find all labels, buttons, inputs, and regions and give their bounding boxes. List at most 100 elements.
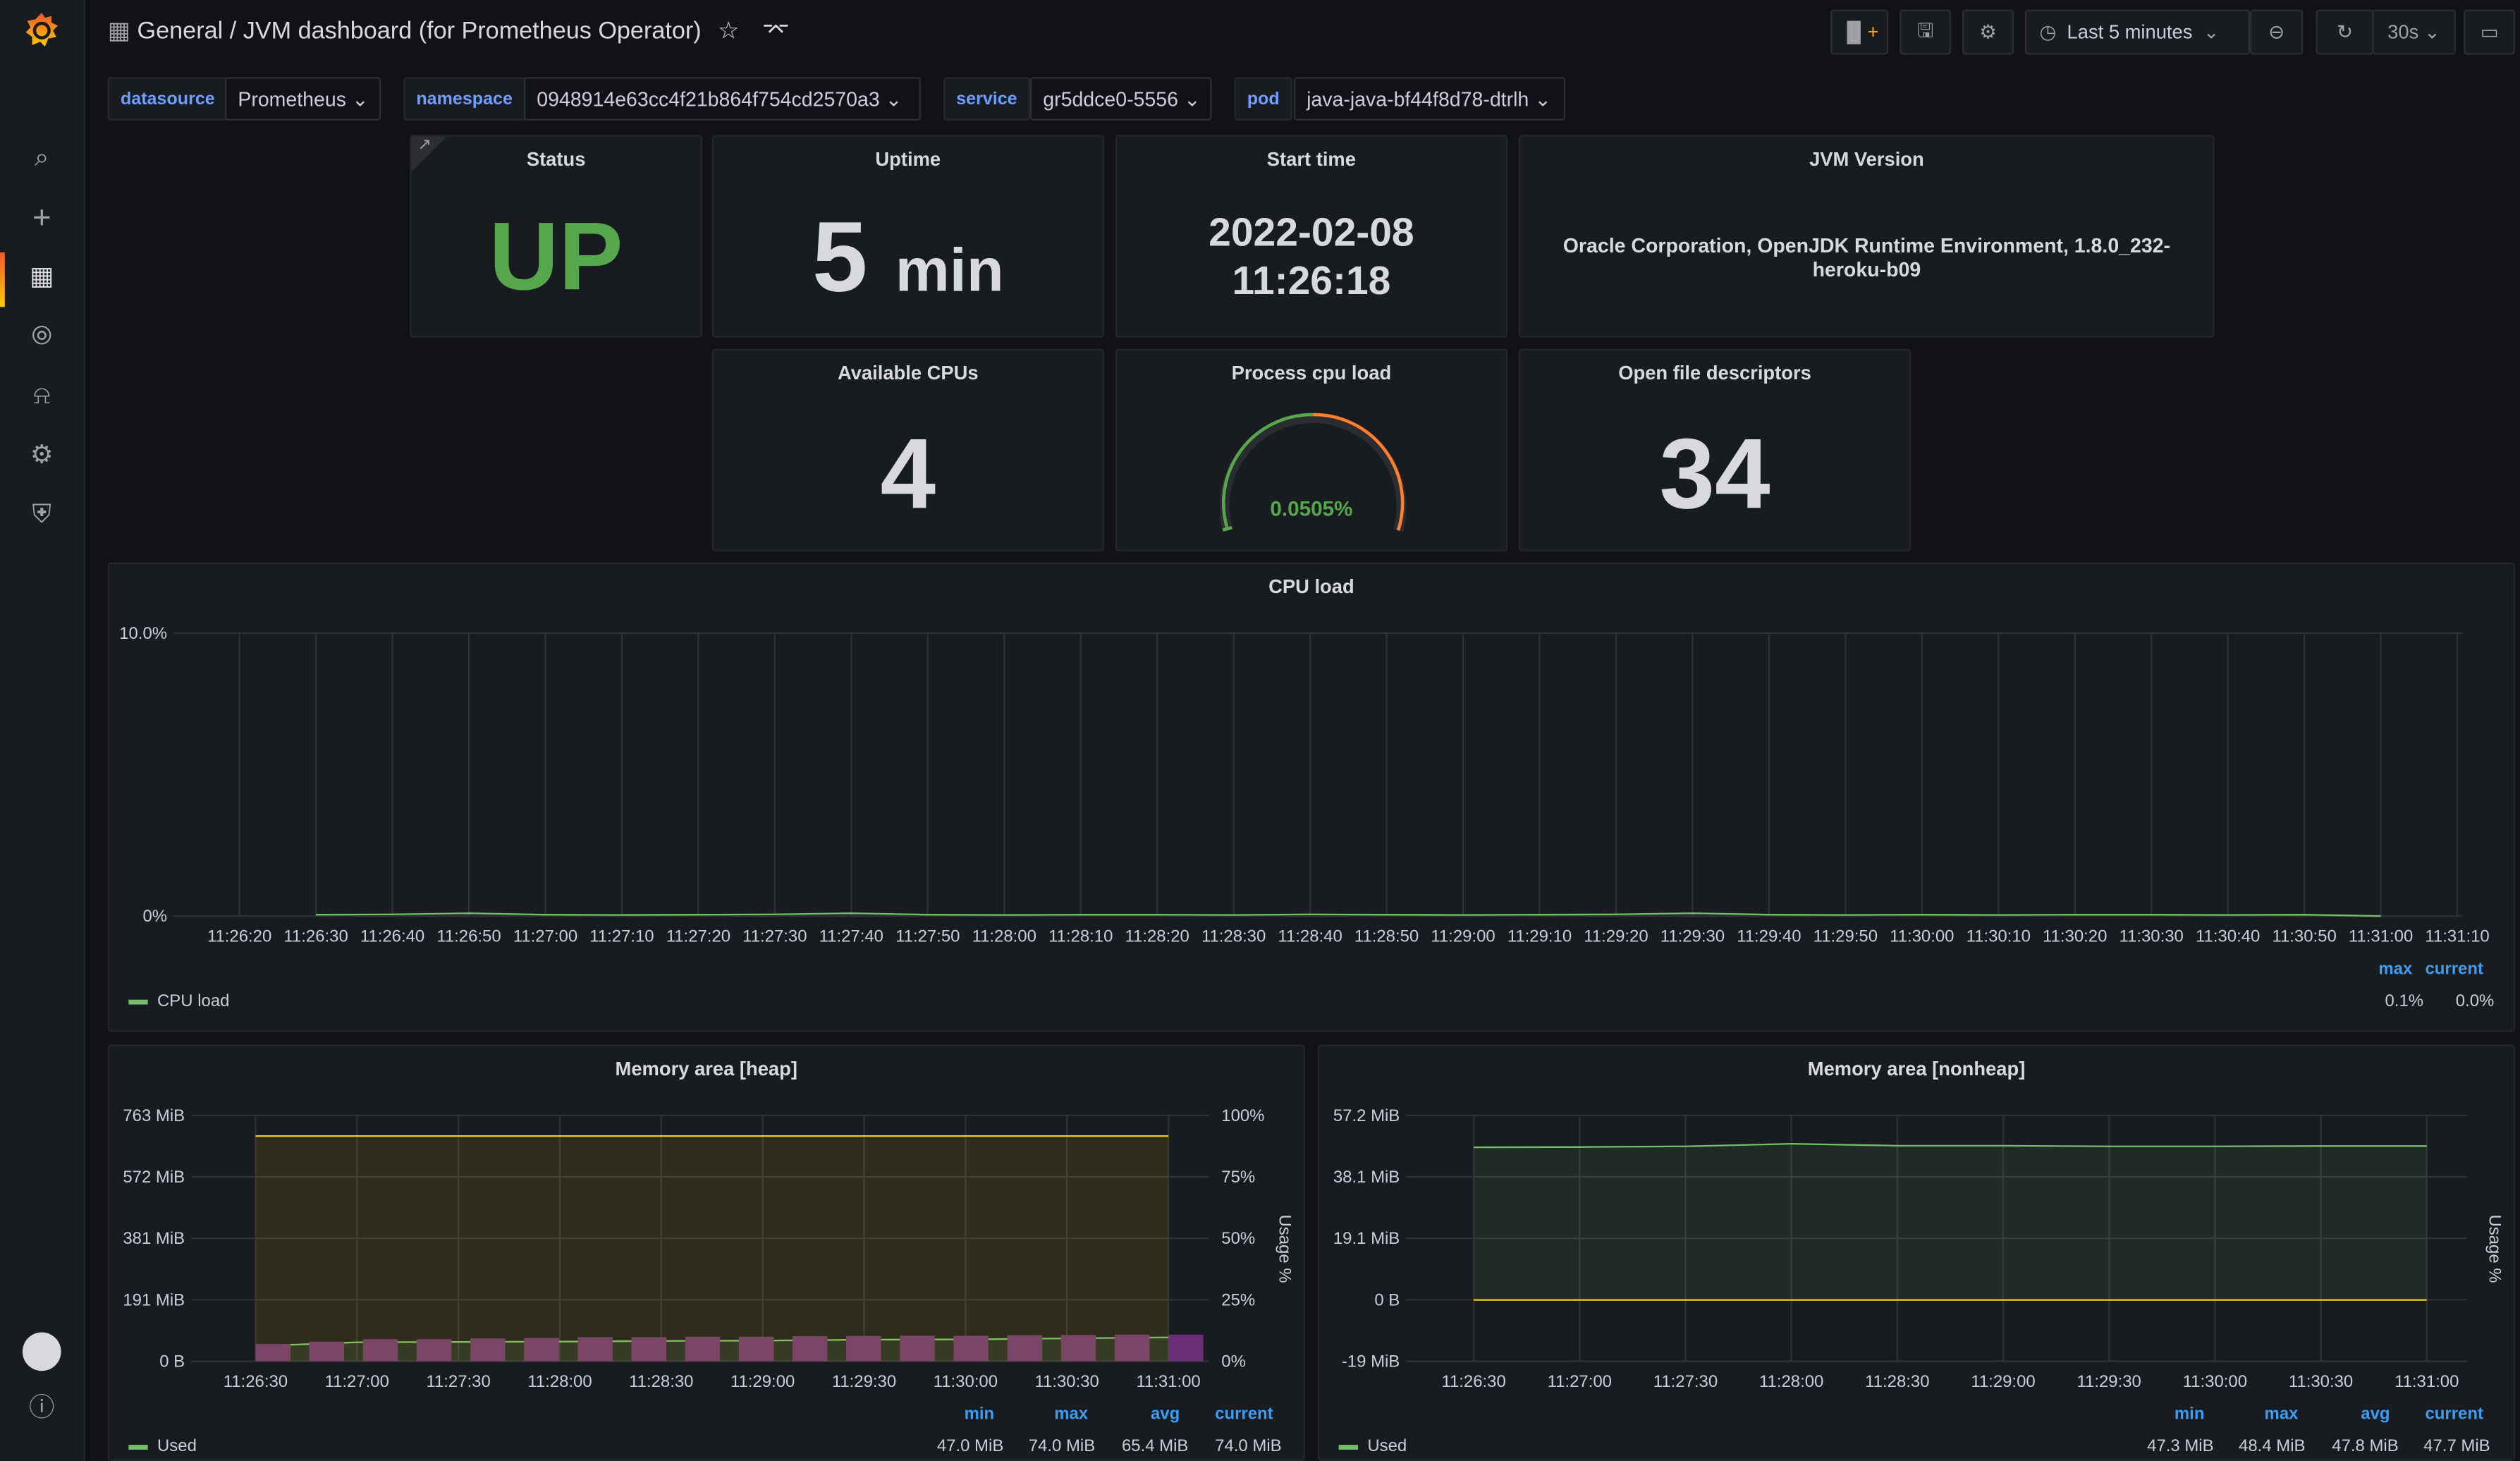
- usage-bar: [255, 1344, 290, 1362]
- usage-bar: [685, 1336, 721, 1362]
- x-tick-label: 11:26:30: [1441, 1372, 1505, 1391]
- usage-bar: [1114, 1334, 1150, 1362]
- legend-value-max: 0.1%: [2385, 991, 2424, 1011]
- y2-tick-label: 100%: [1221, 1106, 1264, 1125]
- legend-header-current[interactable]: current: [2425, 960, 2483, 979]
- x-tick-label: 11:30:20: [2043, 927, 2107, 946]
- legend-value-current: 47.7 MiB: [2423, 1436, 2490, 1457]
- x-tick-label: 11:28:10: [1048, 927, 1113, 946]
- y-tick-label: -19 MiB: [1342, 1352, 1400, 1371]
- x-tick-label: 11:29:30: [832, 1372, 896, 1391]
- legend-value-avg: 47.8 MiB: [2332, 1436, 2399, 1457]
- usage-bar: [953, 1335, 989, 1362]
- x-tick-label: 11:28:50: [1354, 927, 1419, 946]
- legend-header-avg[interactable]: avg: [1151, 1405, 1180, 1424]
- usage-bar: [738, 1336, 774, 1362]
- series-area: [255, 1136, 1169, 1362]
- charts-layer: 10.0% 0% 11:26:20 11:26:30 11:26:40 11:26:50 1…: [119, 624, 2504, 1391]
- x-tick-label: 11:26:30: [224, 1372, 288, 1391]
- y-tick-label: 19.1 MiB: [1333, 1229, 1400, 1248]
- usage-bar: [631, 1337, 666, 1362]
- usage-bar: [1007, 1335, 1043, 1362]
- y-tick-label: 0 B: [159, 1352, 185, 1371]
- usage-bar: [416, 1339, 452, 1362]
- x-tick-label: 11:28:20: [1125, 927, 1189, 946]
- usage-bar: [846, 1335, 881, 1362]
- x-tick-label: 11:27:10: [589, 927, 654, 946]
- y2-axis-label: Usage %: [1275, 1214, 1294, 1283]
- x-tick-label: 11:27:30: [742, 927, 807, 946]
- legend-value-min: 47.3 MiB: [2147, 1436, 2214, 1457]
- legend-swatch: [1338, 1444, 1359, 1450]
- x-tick-label: 11:30:30: [2289, 1372, 2353, 1391]
- x-tick-label: 11:29:00: [1431, 927, 1495, 946]
- y-tick-label: 57.2 MiB: [1333, 1106, 1400, 1125]
- x-tick-label: 11:26:50: [436, 927, 501, 946]
- x-tick-label: 11:28:00: [1759, 1372, 1823, 1391]
- x-tick-label: 11:30:00: [934, 1372, 998, 1391]
- cpu-legend-item[interactable]: CPU load: [128, 991, 229, 1011]
- x-tick-label: 11:27:00: [1548, 1372, 1612, 1391]
- usage-bar: [309, 1341, 345, 1362]
- legend-header-max[interactable]: max: [2265, 1405, 2299, 1424]
- x-tick-label: 11:29:40: [1737, 927, 1801, 946]
- y2-tick-label: 25%: [1221, 1290, 1255, 1309]
- x-tick-label: 11:28:30: [629, 1372, 693, 1391]
- usage-bar: [900, 1335, 935, 1362]
- legend-header-max[interactable]: max: [2378, 960, 2412, 979]
- x-tick-label: 11:27:00: [325, 1372, 389, 1391]
- usage-bar: [577, 1337, 613, 1362]
- legend-name: Used: [1367, 1436, 1407, 1457]
- legend-header-current[interactable]: current: [2425, 1405, 2483, 1424]
- y-tick-label: 381 MiB: [123, 1229, 185, 1248]
- legend-header-avg[interactable]: avg: [2361, 1405, 2390, 1424]
- x-tick-label: 11:31:00: [2394, 1372, 2459, 1391]
- legend-value-current: 74.0 MiB: [1215, 1436, 1282, 1457]
- y-tick-label: 0%: [142, 907, 167, 926]
- x-tick-label: 11:30:00: [2183, 1372, 2247, 1391]
- x-tick-label: 11:27:40: [819, 927, 883, 946]
- x-tick-label: 11:27:30: [1653, 1372, 1718, 1391]
- y-tick-label: 0 B: [1374, 1290, 1400, 1309]
- x-tick-label: 11:29:10: [1507, 927, 1572, 946]
- legend-value-avg: 65.4 MiB: [1121, 1436, 1189, 1457]
- y-tick-label: 38.1 MiB: [1333, 1168, 1400, 1187]
- usage-bar: [362, 1339, 398, 1362]
- y-tick-label: 763 MiB: [123, 1106, 185, 1125]
- nonheap-legend-item[interactable]: Used: [1338, 1436, 1407, 1457]
- x-tick-label: 11:28:30: [1201, 927, 1266, 946]
- usage-bar: [470, 1338, 506, 1362]
- y2-tick-label: 50%: [1221, 1229, 1255, 1248]
- x-tick-label: 11:30:10: [1967, 927, 2031, 946]
- x-tick-label: 11:30:50: [2272, 927, 2336, 946]
- y2-tick-label: 75%: [1221, 1168, 1255, 1187]
- x-tick-label: 11:28:00: [972, 927, 1036, 946]
- x-tick-label: 11:26:20: [207, 927, 271, 946]
- legend-value-max: 48.4 MiB: [2239, 1436, 2306, 1457]
- legend-swatch: [128, 999, 148, 1004]
- x-tick-label: 11:31:10: [2425, 927, 2489, 946]
- legend-name: Used: [157, 1436, 197, 1457]
- x-tick-label: 11:26:40: [360, 927, 424, 946]
- usage-bar: [1168, 1334, 1204, 1362]
- x-tick-label: 11:31:00: [1136, 1372, 1200, 1391]
- y2-tick-label: 0%: [1221, 1352, 1246, 1371]
- x-tick-label: 11:29:00: [1971, 1372, 2035, 1391]
- x-tick-label: 11:30:00: [1890, 927, 1954, 946]
- usage-bar: [1060, 1335, 1096, 1362]
- y-tick-label: 10.0%: [119, 624, 167, 643]
- legend-value-max: 74.0 MiB: [1028, 1436, 1096, 1457]
- x-tick-label: 11:27:30: [426, 1372, 490, 1391]
- legend-header-min[interactable]: min: [965, 1405, 995, 1424]
- heap-legend-item[interactable]: Used: [128, 1437, 197, 1456]
- series-area: [1474, 1144, 2427, 1300]
- x-tick-label: 11:28:00: [527, 1372, 592, 1391]
- y-tick-label: 572 MiB: [123, 1168, 185, 1187]
- legend-header-current[interactable]: current: [1215, 1405, 1273, 1424]
- legend-header-min[interactable]: min: [2175, 1405, 2205, 1424]
- x-tick-label: 11:30:30: [2120, 927, 2184, 946]
- x-tick-label: 11:29:20: [1584, 927, 1648, 946]
- legend-value-current: 0.0%: [2455, 991, 2495, 1011]
- legend-header-max[interactable]: max: [1054, 1405, 1088, 1424]
- x-tick-label: 11:28:40: [1278, 927, 1342, 946]
